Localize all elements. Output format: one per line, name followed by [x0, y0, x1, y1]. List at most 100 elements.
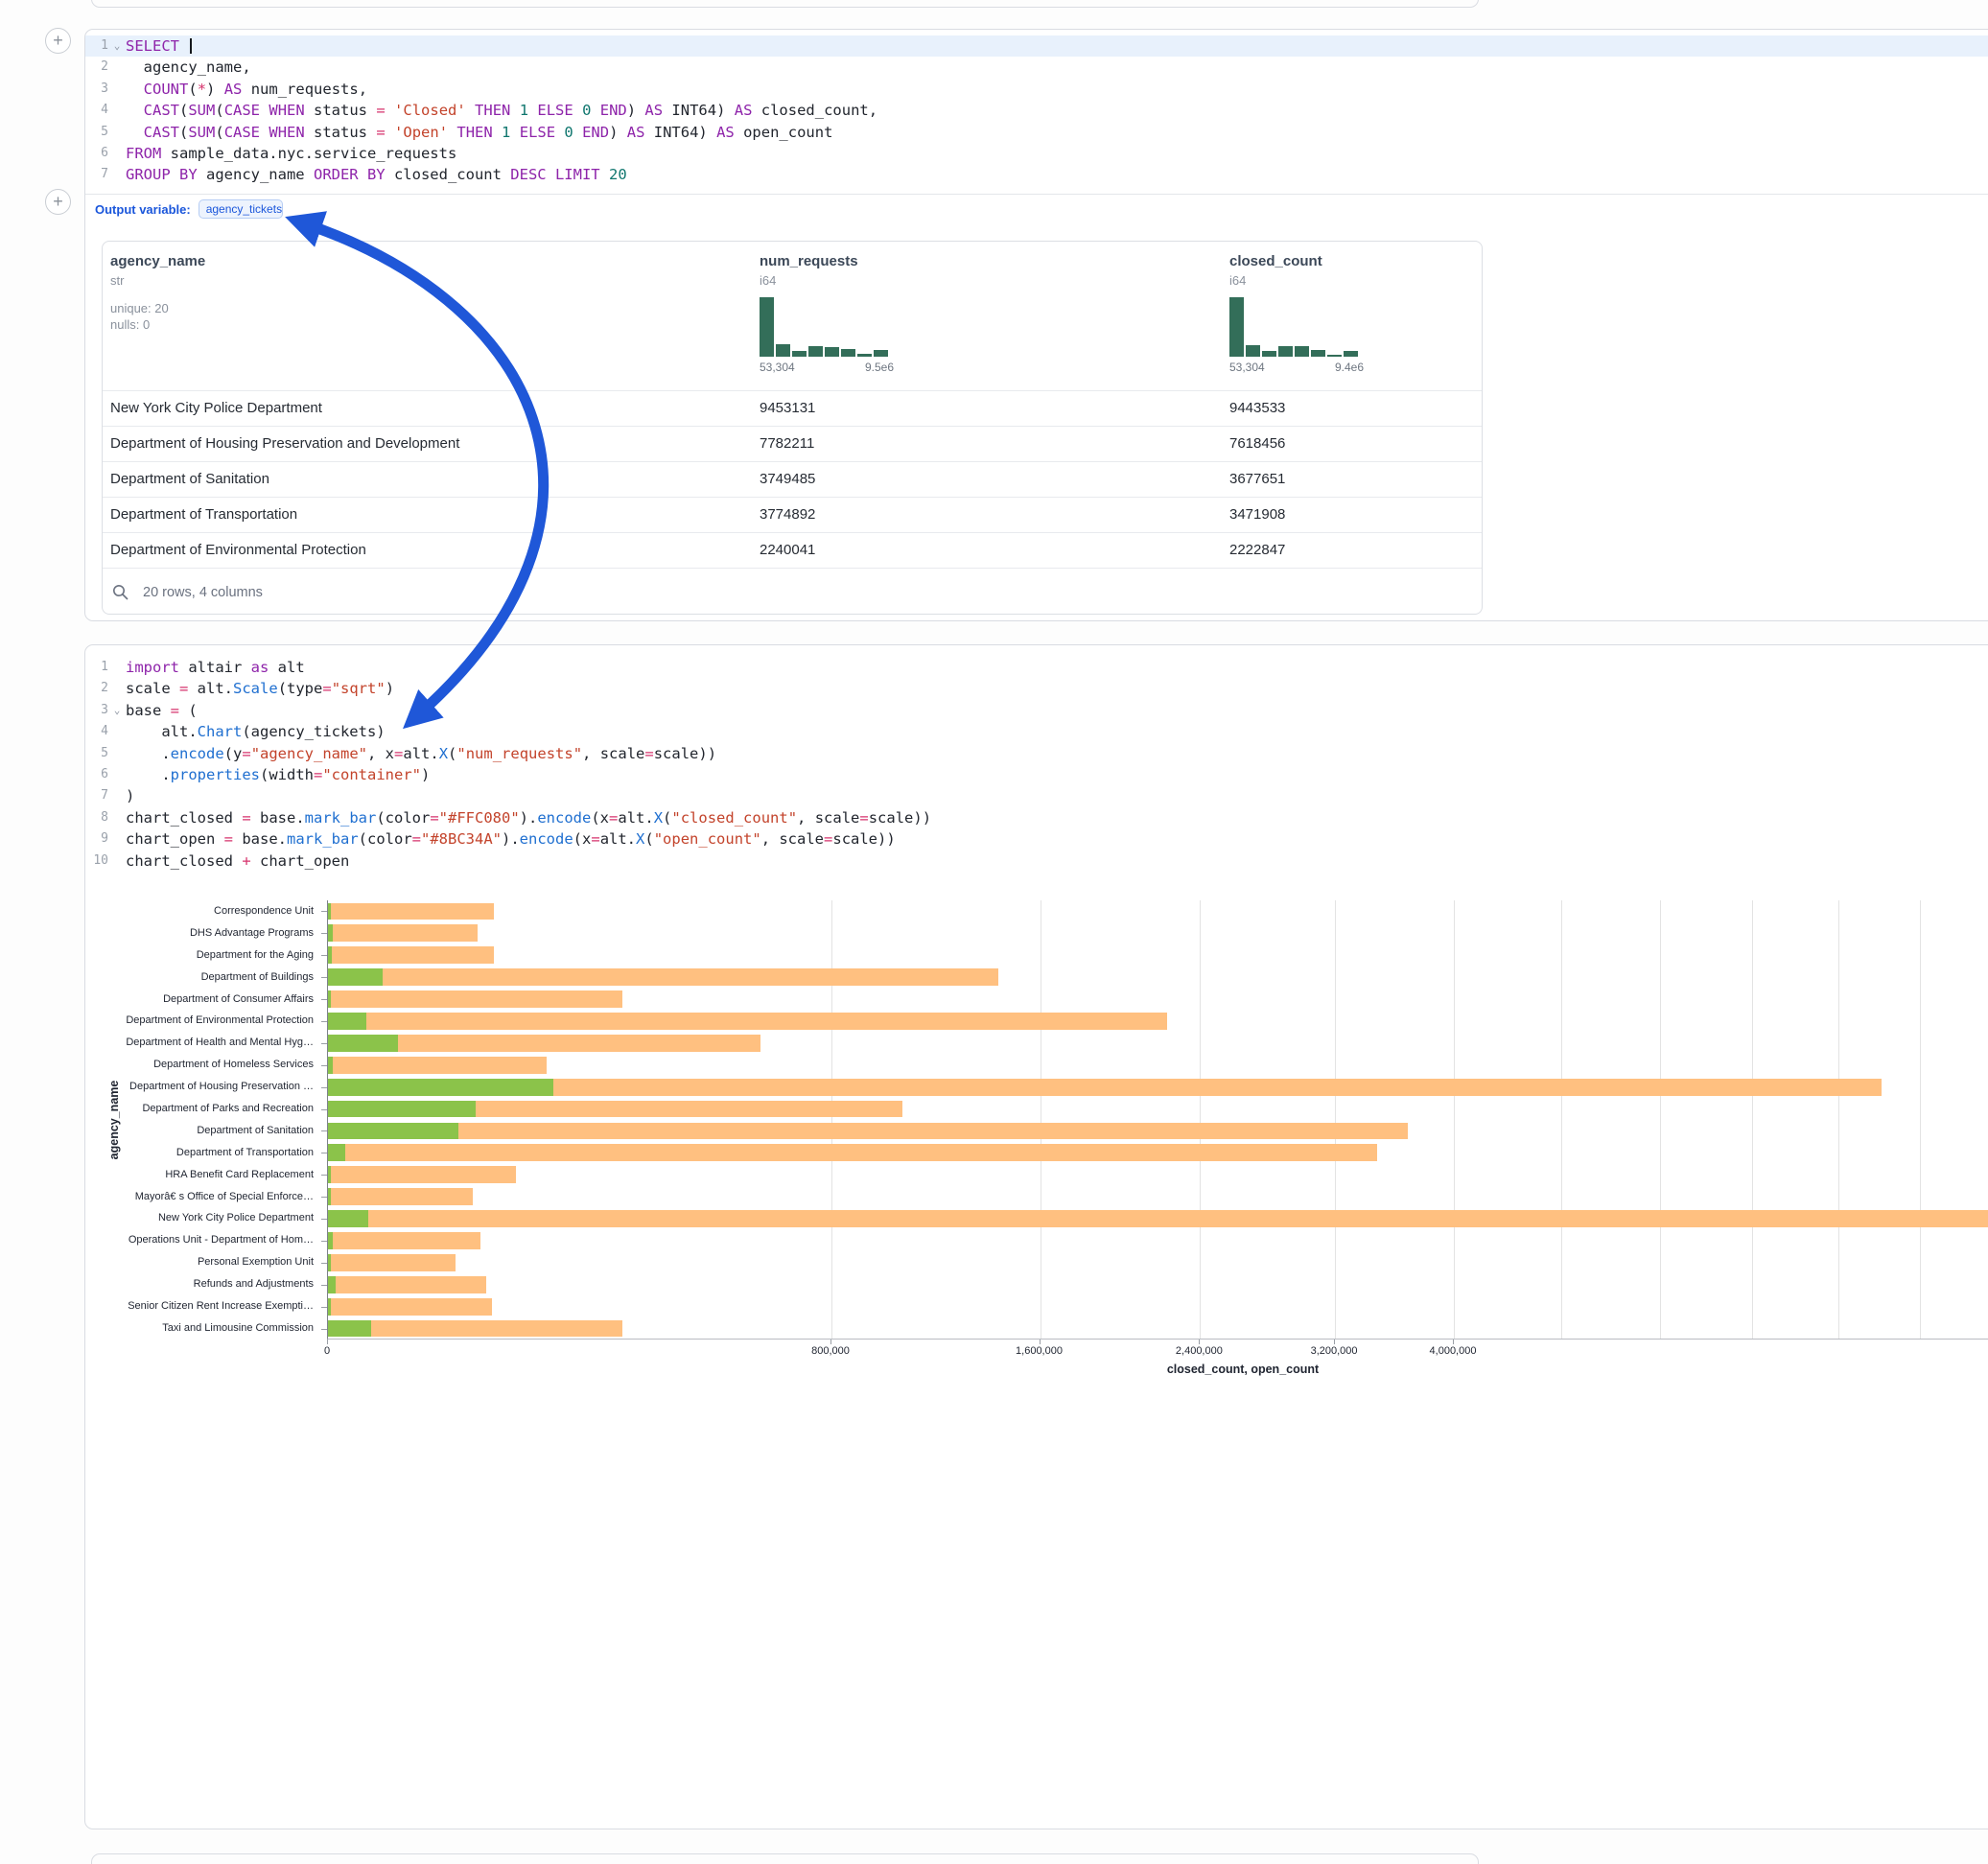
column-name: closed_count: [1229, 253, 1474, 269]
fold-spacer: [108, 143, 126, 164]
add-cell-button[interactable]: +: [45, 28, 71, 54]
column-header[interactable]: agency_namestrunique: 20nulls: 0: [103, 242, 752, 390]
y-axis-label: Department of Sanitation: [85, 1120, 320, 1142]
bar-open-count: [328, 1057, 333, 1074]
bar-closed-count: [328, 1320, 622, 1338]
column-type: i64: [1229, 273, 1474, 288]
fold-spacer: [108, 828, 126, 850]
bar-open-count: [328, 946, 332, 964]
previous-cell-edge: [91, 0, 1479, 8]
sql-cell: 1⌄SELECT 2 agency_name,3 COUNT(*) AS num…: [84, 29, 1988, 621]
table-cell: Department of Housing Preservation and D…: [103, 427, 752, 461]
histogram-bar: [1295, 346, 1309, 357]
plus-icon: +: [53, 31, 63, 50]
code-line[interactable]: 4 alt.Chart(agency_tickets): [85, 721, 1988, 742]
code-line[interactable]: 1⌄SELECT: [85, 35, 1988, 57]
bar-closed-count: [328, 903, 494, 920]
code-line[interactable]: 8chart_closed = base.mark_bar(color="#FF…: [85, 807, 1988, 828]
notebook-canvas: + + 1⌄SELECT 2 agency_name,3 COUNT(*) AS…: [0, 0, 1988, 1864]
code-text: CAST(SUM(CASE WHEN status = 'Open' THEN …: [126, 122, 832, 143]
y-axis-label: Senior Citizen Rent Increase Exempti…: [85, 1295, 320, 1317]
line-number: 10: [85, 850, 108, 872]
y-axis-tick: [321, 1065, 327, 1066]
code-line[interactable]: 1import altair as alt: [85, 657, 1988, 678]
text-cursor: [190, 38, 192, 54]
fold-spacer: [108, 850, 126, 872]
search-icon[interactable]: [112, 584, 129, 600]
code-line[interactable]: 5 .encode(y="agency_name", x=alt.X("num_…: [85, 743, 1988, 764]
bar-closed-count: [328, 1144, 1377, 1161]
y-axis-tick: [321, 933, 327, 934]
fold-spacer: [108, 678, 126, 699]
bar-open-count: [328, 1298, 331, 1316]
histogram-bar: [760, 297, 774, 357]
bar-closed-count: [328, 1123, 1408, 1140]
x-axis-title: closed_count, open_count: [1167, 1363, 1319, 1376]
gridline: [1200, 900, 1201, 1339]
sql-code-editor[interactable]: 1⌄SELECT 2 agency_name,3 COUNT(*) AS num…: [85, 30, 1988, 186]
histogram-bar: [1278, 346, 1293, 357]
y-axis-label: New York City Police Department: [85, 1207, 320, 1229]
table-cell: Department of Sanitation: [103, 462, 752, 497]
code-line[interactable]: 6 .properties(width="container"): [85, 764, 1988, 785]
gridline: [1838, 900, 1839, 1339]
bar-open-count: [328, 1013, 366, 1030]
fold-spacer: [108, 743, 126, 764]
code-line[interactable]: 7): [85, 785, 1988, 806]
fold-chevron-icon[interactable]: ⌄: [108, 35, 126, 57]
bar-open-count: [328, 990, 331, 1008]
column-header[interactable]: num_requestsi6453,3049.5e6: [752, 242, 1222, 390]
y-axis-tick: [321, 999, 327, 1000]
y-axis-tick: [321, 1263, 327, 1264]
fold-spacer: [108, 100, 126, 121]
code-line[interactable]: 6FROM sample_data.nyc.service_requests: [85, 143, 1988, 164]
table-cell: 3677651: [1222, 462, 1482, 497]
code-line[interactable]: 10chart_closed + chart_open: [85, 850, 1988, 872]
bar-closed-count: [328, 1232, 480, 1249]
code-text: COUNT(*) AS num_requests,: [126, 79, 367, 100]
line-number: 4: [85, 721, 108, 742]
output-variable-chip[interactable]: agency_tickets: [199, 199, 283, 219]
table-cell: 3471908: [1222, 498, 1482, 532]
line-number: 6: [85, 764, 108, 785]
line-number: 1: [85, 657, 108, 678]
bar-closed-count: [328, 1210, 1988, 1227]
bar-open-count: [328, 1232, 333, 1249]
bar-chart: agency_name Correspondence UnitDHS Advan…: [85, 893, 1988, 1410]
line-number: 7: [85, 164, 108, 185]
column-type: str: [110, 273, 744, 288]
fold-chevron-icon[interactable]: ⌄: [108, 700, 126, 721]
y-axis-tick: [321, 1087, 327, 1088]
line-number: 3: [85, 700, 108, 721]
bar-closed-count: [328, 1013, 1167, 1030]
line-number: 5: [85, 122, 108, 143]
y-axis-label: DHS Advantage Programs: [85, 922, 320, 944]
bar-open-count: [328, 1320, 371, 1338]
y-axis-label: Operations Unit - Department of Hom…: [85, 1229, 320, 1251]
x-axis-label: 2,400,000: [1176, 1345, 1223, 1357]
python-code-editor[interactable]: 1import altair as alt2scale = alt.Scale(…: [85, 645, 1988, 872]
code-line[interactable]: 9chart_open = base.mark_bar(color="#8BC3…: [85, 828, 1988, 850]
table-header-row: agency_namestrunique: 20nulls: 0num_requ…: [103, 242, 1482, 390]
y-axis-label: Department for the Aging: [85, 944, 320, 967]
code-line[interactable]: 3 COUNT(*) AS num_requests,: [85, 79, 1988, 100]
table-row: New York City Police Department945313194…: [103, 390, 1482, 426]
x-axis-tick: [327, 1340, 328, 1344]
code-line[interactable]: 3⌄base = (: [85, 700, 1988, 721]
plus-icon: +: [53, 192, 63, 211]
fold-spacer: [108, 785, 126, 806]
y-axis-label: Department of Health and Mental Hyg…: [85, 1032, 320, 1054]
column-name: num_requests: [760, 253, 1214, 269]
code-line[interactable]: 7GROUP BY agency_name ORDER BY closed_co…: [85, 164, 1988, 185]
y-axis-tick: [321, 1241, 327, 1242]
code-line[interactable]: 4 CAST(SUM(CASE WHEN status = 'Closed' T…: [85, 100, 1988, 121]
code-text: .encode(y="agency_name", x=alt.X("num_re…: [126, 743, 716, 764]
add-cell-button[interactable]: +: [45, 189, 71, 215]
column-header[interactable]: closed_counti6453,3049.4e6: [1222, 242, 1482, 390]
code-line[interactable]: 5 CAST(SUM(CASE WHEN status = 'Open' THE…: [85, 122, 1988, 143]
code-line[interactable]: 2 agency_name,: [85, 57, 1988, 78]
code-text: ): [126, 785, 134, 806]
code-text: agency_name,: [126, 57, 251, 78]
bar-open-count: [328, 1035, 398, 1052]
code-line[interactable]: 2scale = alt.Scale(type="sqrt"): [85, 678, 1988, 699]
